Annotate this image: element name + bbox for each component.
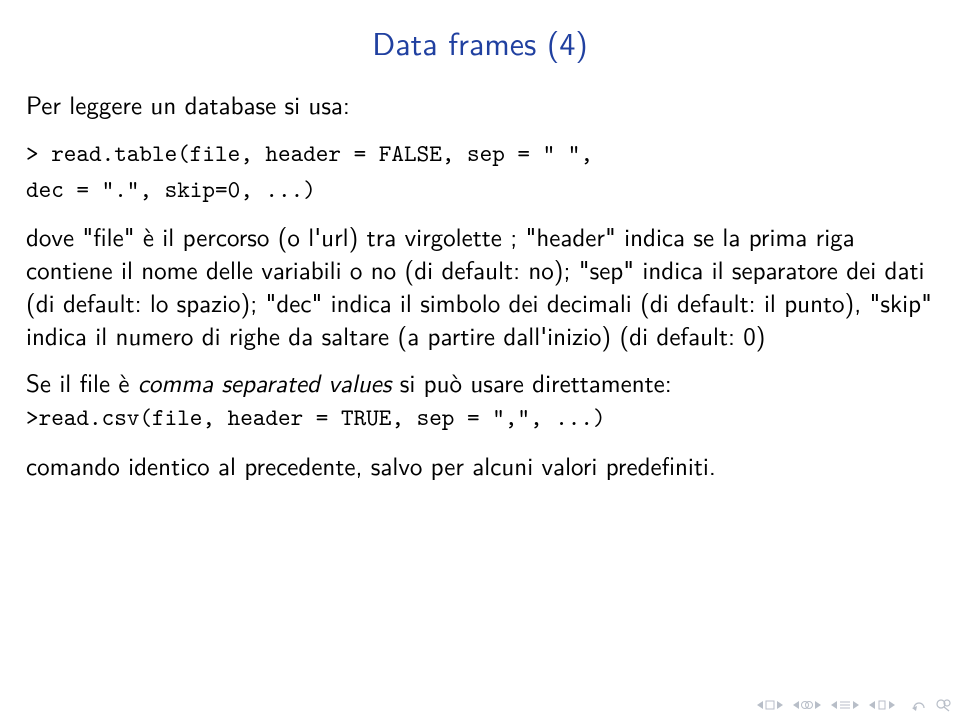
triangle-right-icon	[852, 700, 860, 710]
nav-search-icon[interactable]	[934, 698, 952, 712]
paragraph-final: comando identico al precedente, salvo pe…	[26, 448, 934, 481]
triangle-left-icon	[868, 700, 876, 710]
paragraph-intro: Per leggere un database si usa:	[26, 87, 934, 120]
slide-title: Data frames (4)	[26, 18, 934, 65]
code-line-2: dec = ".", skip=0, ...)	[26, 173, 316, 205]
doc-icon	[876, 699, 888, 711]
triangle-right-icon	[814, 700, 822, 710]
triangle-right-icon	[776, 700, 784, 710]
csv-ital: comma separated values	[138, 363, 392, 400]
nav-section[interactable]	[830, 699, 860, 711]
paragraph-explain: dove "file" è il percorso (o l'url) tra …	[26, 219, 934, 351]
frame-icon	[764, 699, 776, 711]
code-line-1: > read.table(file, header = FALSE, sep =…	[26, 137, 593, 169]
nav-subsection[interactable]	[792, 699, 822, 711]
code-readcsv: >read.csv(file, header = TRUE, sep = ","…	[26, 401, 606, 433]
nav-appendix[interactable]	[868, 699, 896, 711]
section-icon	[838, 699, 852, 711]
subsection-icon	[800, 699, 814, 711]
slide-body: Data frames (4) Per leggere un database …	[0, 0, 960, 481]
csv-text-a: Se il file è	[26, 363, 138, 400]
triangle-left-icon	[756, 700, 764, 710]
triangle-left-icon	[792, 700, 800, 710]
csv-text-b: si può usare direttamente:	[391, 363, 671, 400]
paragraph-csv: Se il file è comma separated values si p…	[26, 365, 934, 434]
beamer-nav-bar	[756, 698, 952, 712]
codeblock-readtable: > read.table(file, header = FALSE, sep =…	[26, 134, 934, 205]
nav-back-icon[interactable]	[910, 698, 930, 712]
triangle-right-icon	[888, 700, 896, 710]
triangle-left-icon	[830, 700, 838, 710]
nav-frame[interactable]	[756, 699, 784, 711]
